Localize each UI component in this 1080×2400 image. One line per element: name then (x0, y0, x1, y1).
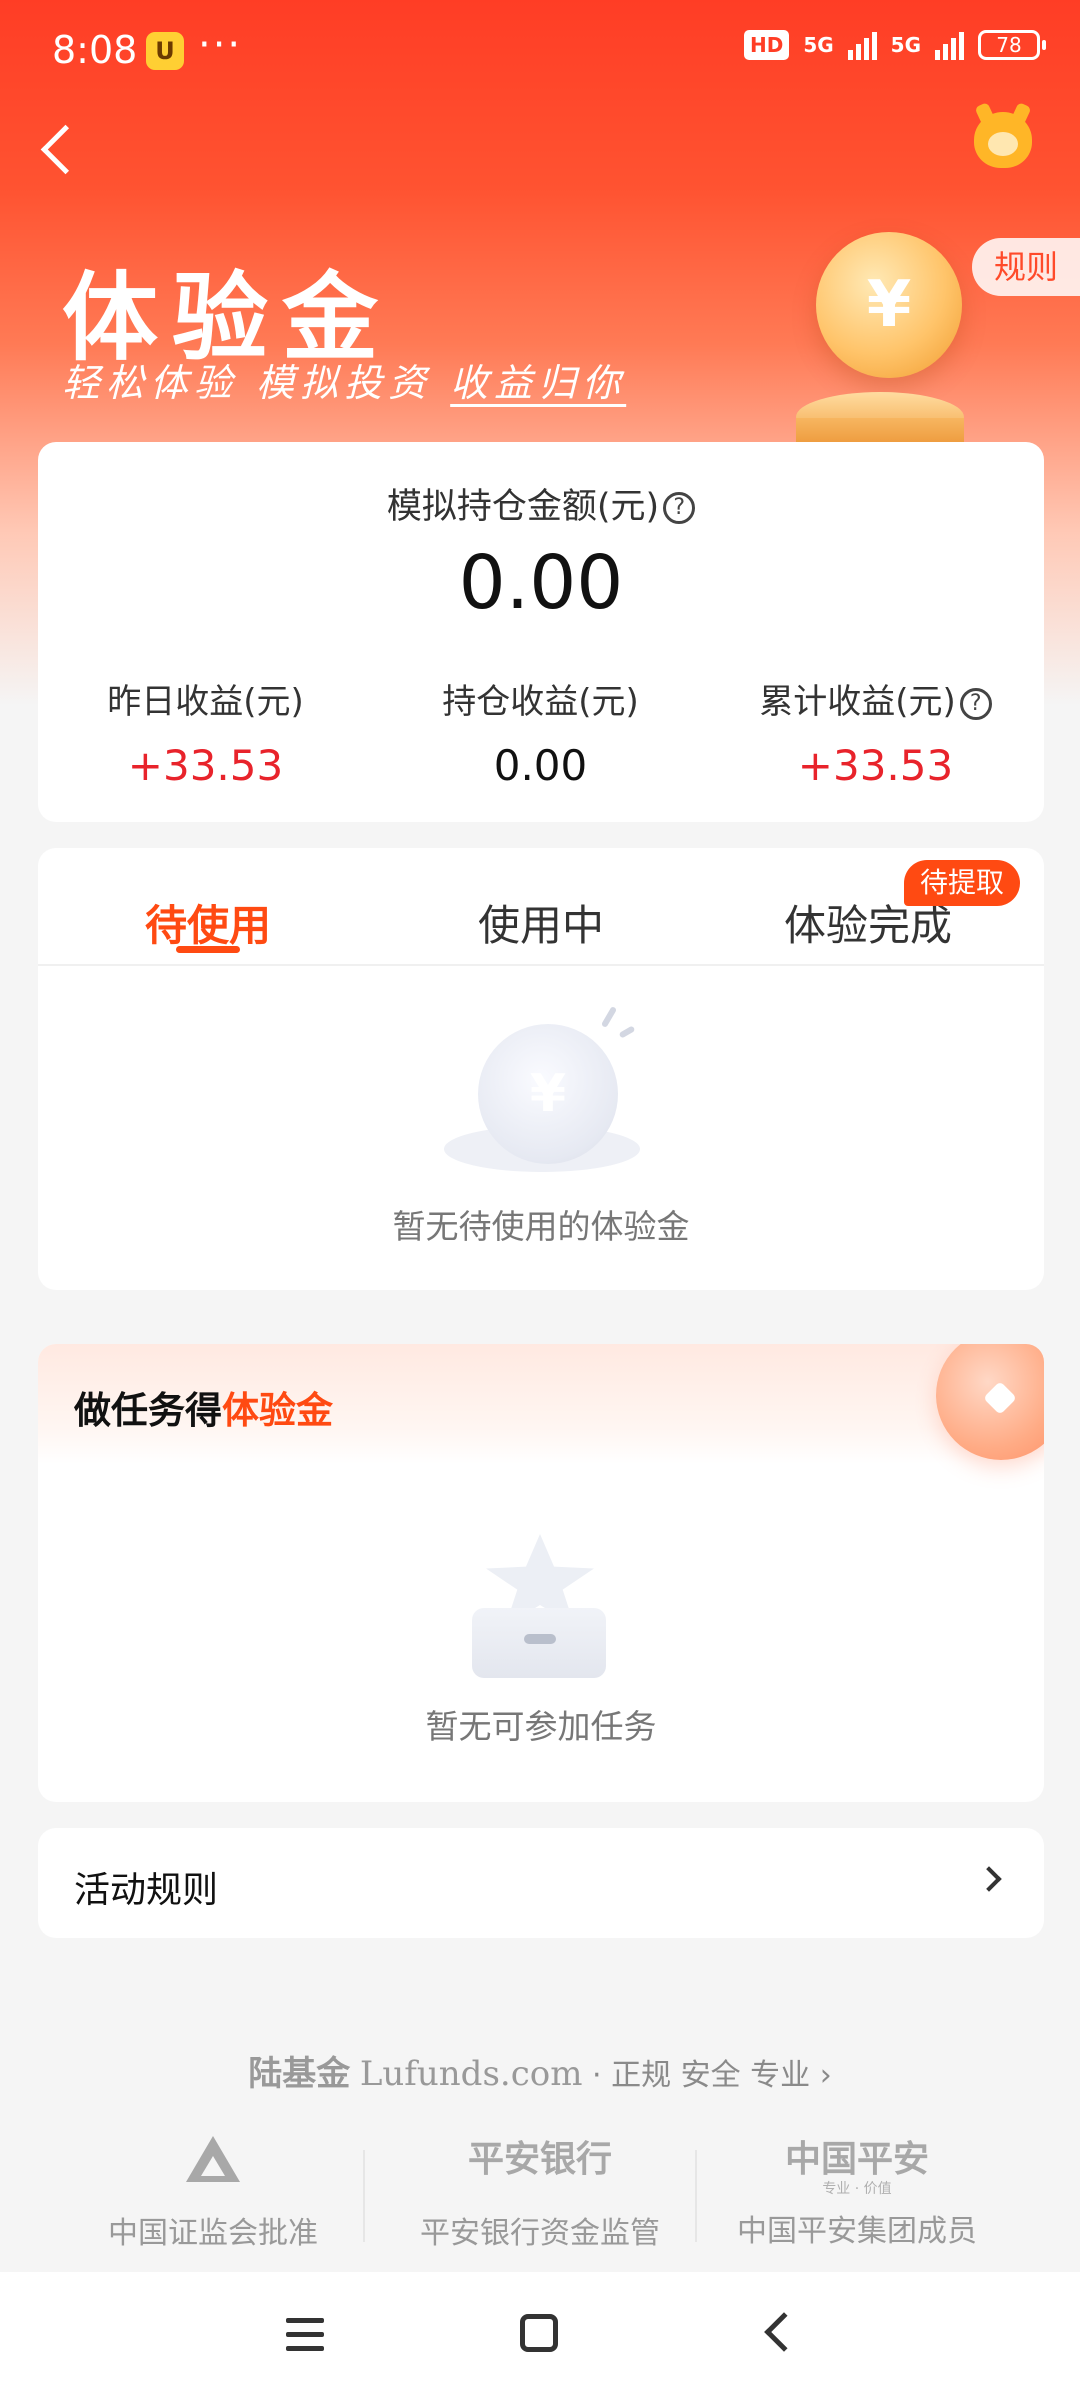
empty-task-text: 暂无可参加任务 (425, 1707, 657, 1746)
stat-label: 累计收益(元)? (708, 674, 1043, 723)
status-indicators: HD 5G 5G 78 (743, 30, 1046, 60)
footer-brand-cn: 陆基金 (248, 2054, 351, 2094)
pending-withdraw-badge: 待提取 (904, 860, 1021, 906)
task-card: 做任务得体验金 暂无可参加任务 (38, 1344, 1044, 1802)
holding-amount-value: 0.00 (458, 540, 624, 626)
summary-card: 模拟持仓金额(元)? 0.00 昨日收益(元) +33.53 持仓收益(元) 0… (38, 442, 1044, 822)
pingan-bank-logo: 平安银行 (467, 2139, 612, 2180)
csrc-logo-icon (48, 2130, 378, 2190)
tab-divider (38, 964, 1044, 966)
task-title-highlight: 体验金 (222, 1389, 333, 1432)
footer-brand-en: Lufunds.com (359, 2054, 583, 2094)
menu-icon[interactable] (286, 2318, 324, 2352)
signal-icon-2 (935, 30, 964, 60)
notification-app-icon: U (146, 32, 184, 70)
spark-icon (618, 1025, 636, 1039)
pingan-group-logo-sub: 专业 · 价值 (822, 2181, 892, 2197)
stat-value: 0.00 (493, 741, 588, 790)
footer-col-text: 中国证监会批准 (108, 2216, 318, 2251)
network-label-1: 5G (803, 33, 834, 57)
chevron-right-icon (976, 1866, 1002, 1892)
network-label-2: 5G (890, 33, 921, 57)
home-icon[interactable] (520, 2314, 558, 2352)
activity-rules-row[interactable]: 活动规则 (38, 1828, 1044, 1938)
battery-icon: 78 (978, 30, 1046, 60)
hero-subtitle-highlight: 收益归你 (450, 361, 627, 405)
footer-col-pingan-group: 中国平安 专业 · 价值 中国平安集团成员 (692, 2130, 1022, 2250)
hd-icon: HD (743, 30, 790, 60)
stat-yesterday: 昨日收益(元) +33.53 (38, 674, 373, 790)
status-bar: 8:08 U ··· HD 5G 5G 78 (0, 0, 1080, 100)
gold-coin-icon (816, 232, 962, 378)
mascot-icon[interactable] (974, 112, 1032, 168)
help-icon[interactable]: ? (663, 492, 696, 524)
empty-state-text: 暂无待使用的体验金 (392, 1207, 690, 1246)
stat-label-text: 累计收益(元) (759, 682, 956, 722)
csrc-triangle-icon (186, 2136, 240, 2184)
footer-tagline: · 正规 安全 专业 › (592, 2058, 832, 2093)
system-navigation-bar (0, 2272, 1080, 2400)
more-notifications-icon: ··· (198, 22, 243, 68)
footer-col-text: 中国平安集团成员 (737, 2214, 977, 2249)
hero-subtitle-text: 轻松体验 模拟投资 (62, 361, 451, 405)
signal-icon (847, 30, 877, 60)
status-time: 8:08 (52, 28, 138, 72)
coin-stack-base (796, 418, 964, 444)
tray-slot (524, 1634, 556, 1644)
stat-holding: 持仓收益(元) 0.00 (373, 674, 708, 790)
footer-col-text: 平安银行资金监管 (420, 2216, 660, 2251)
stat-label: 持仓收益(元) (442, 682, 639, 722)
empty-coin-icon (478, 1024, 618, 1164)
tab-in-use[interactable]: 使用中 (391, 892, 691, 953)
footer-col-pingan-bank: 平安银行 平安银行资金监管 (375, 2130, 705, 2252)
experience-fund-tabs-card: 待使用 使用中 体验完成 待提取 暂无待使用的体验金 (38, 848, 1044, 1290)
tab-pending-use[interactable]: 待使用 (58, 892, 358, 953)
stat-cumulative: 累计收益(元)? +33.53 (708, 674, 1043, 790)
rules-button[interactable]: 规则 (972, 238, 1080, 296)
footer-col-csrc: 中国证监会批准 (48, 2130, 378, 2252)
hero-subtitle: 轻松体验 模拟投资 收益归你 (62, 352, 626, 407)
footer-divider (363, 2150, 365, 2242)
stat-value: +33.53 (127, 741, 284, 790)
holding-amount-label: 模拟持仓金额(元)? (38, 478, 1044, 529)
activity-rules-label: 活动规则 (74, 1870, 219, 1911)
task-title: 做任务得体验金 (74, 1380, 333, 1434)
tray-icon (472, 1608, 606, 1678)
tab-active-indicator (176, 946, 240, 953)
nav-back-icon[interactable] (764, 2312, 804, 2352)
holding-amount-label-text: 模拟持仓金额(元) (386, 487, 660, 527)
task-title-prefix: 做任务得 (74, 1389, 222, 1432)
stat-label: 昨日收益(元) (107, 682, 304, 722)
back-button[interactable] (30, 112, 90, 182)
mascot-face (988, 132, 1018, 156)
stat-value: +33.53 (797, 741, 954, 790)
help-icon[interactable]: ? (959, 687, 992, 720)
footer-brand-line[interactable]: 陆基金 Lufunds.com · 正规 安全 专业 › (0, 2046, 1080, 2095)
